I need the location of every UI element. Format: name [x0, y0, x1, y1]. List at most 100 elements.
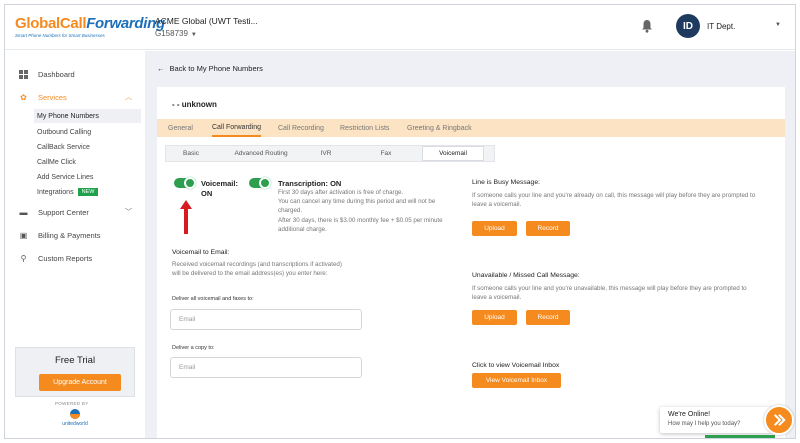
sidebar-subitem-label: Outbound Calling	[37, 128, 92, 136]
avatar[interactable]: ID	[676, 14, 700, 38]
unavailable-message-title: Unavailable / Missed Call Message:	[472, 272, 580, 279]
sidebar-subitem-label: CallBack Service	[37, 143, 90, 151]
chevron-up-icon: ︿	[125, 94, 132, 101]
billing-icon: ▣	[19, 230, 28, 240]
voicemail-state: ON	[201, 189, 213, 198]
sidebar-item-custom-reports[interactable]: ⚲ Custom Reports	[5, 250, 145, 266]
free-trial-title: Free Trial	[54, 355, 96, 366]
sidebar-subitem-callback-service[interactable]: CallBack Service	[37, 140, 137, 154]
account-name: ACME Global (UWT Testi...	[155, 16, 258, 26]
deliver-copy-label: Deliver a copy to:	[172, 345, 215, 351]
sidebar-item-services[interactable]: ✿ Services ︿	[5, 89, 145, 105]
account-number: G158739	[155, 29, 188, 38]
busy-record-button[interactable]: Record	[526, 221, 570, 236]
logo-text-call: Call	[59, 15, 87, 32]
powered-logo-text: unitedworld	[62, 421, 88, 427]
voicemail-email-title: Voicemail to Email:	[172, 249, 230, 256]
subtab-advanced-routing[interactable]: Advanced Routing	[226, 146, 296, 161]
chat-subtitle: How may I help you today?	[668, 421, 741, 427]
tab-greeting-ringback[interactable]: Greeting & Ringback	[407, 119, 472, 137]
tab-call-forwarding[interactable]: Call Forwarding	[212, 119, 262, 137]
phone-number-card: - - unknown General Call Forwarding Call…	[157, 87, 785, 438]
tab-call-recording[interactable]: Call Recording	[278, 119, 324, 137]
brand-logo[interactable]: GlobalCallForwarding Smart Phone Numbers…	[15, 15, 165, 43]
top-bar: GlobalCallForwarding Smart Phone Numbers…	[5, 5, 795, 50]
sidebar-subitem-outbound-calling[interactable]: Outbound Calling	[37, 125, 137, 139]
unavailable-message-desc: leave a voicemail.	[472, 294, 522, 301]
unavailable-upload-button[interactable]: Upload	[472, 310, 517, 325]
subtab-basic[interactable]: Basic	[166, 146, 216, 161]
tab-general[interactable]: General	[168, 119, 193, 137]
user-name[interactable]: IT Dept.	[707, 22, 735, 31]
sidebar-item-dashboard[interactable]: Dashboard	[5, 66, 145, 82]
free-trial-panel: Free Trial Upgrade Account	[15, 347, 135, 397]
back-link[interactable]: ← Back to My Phone Numbers	[157, 64, 263, 73]
chat-bubble[interactable]: We're Online! How may I help you today?	[660, 407, 772, 433]
main-content: ← Back to My Phone Numbers - - unknown Ge…	[145, 51, 795, 438]
subtab-fax[interactable]: Fax	[361, 146, 411, 161]
view-voicemail-inbox-button[interactable]: View Voicemail Inbox	[472, 373, 561, 388]
sidebar-subitem-my-phone-numbers[interactable]: My Phone Numbers	[34, 109, 141, 123]
red-arrow-annotation	[180, 200, 192, 234]
logo-text-forwarding: Forwarding	[86, 15, 165, 32]
deliver-all-email-field[interactable]: Email	[170, 309, 362, 330]
sidebar-item-label: Services	[38, 92, 67, 102]
unavailable-record-button[interactable]: Record	[526, 310, 570, 325]
chat-title: We're Online!	[668, 411, 711, 418]
unavailable-message-desc: If someone calls your line and you're un…	[472, 285, 747, 292]
voicemail-email-desc: will be delivered to the email address(e…	[172, 270, 328, 277]
gear-icon: ✿	[20, 92, 27, 102]
transcription-label: Transcription: ON	[278, 179, 342, 188]
caret-down-icon[interactable]: ▼	[775, 22, 781, 28]
transcription-line: First 30 days after activation is free o…	[278, 189, 404, 196]
support-icon: ▬	[19, 207, 28, 217]
sidebar-subitem-label: CallMe Click	[37, 158, 76, 166]
deliver-all-label: Deliver all voicemail and faxes to:	[172, 296, 254, 302]
transcription-line: charged.	[278, 207, 303, 214]
sidebar-subitem-integrations[interactable]: Integrations NEW	[37, 185, 137, 199]
transcription-toggle[interactable]	[249, 177, 271, 189]
chat-launcher-icon[interactable]	[764, 405, 794, 435]
sidebar-item-support-center[interactable]: ▬ Support Center ﹀	[5, 204, 145, 220]
deliver-copy-email-field[interactable]: Email	[170, 357, 362, 378]
transcription-line: After 30 days, there is $3.00 monthly fe…	[278, 217, 443, 224]
bell-icon[interactable]	[641, 19, 653, 33]
sidebar-subitem-add-service-lines[interactable]: Add Service Lines	[37, 170, 137, 184]
voicemail-inbox-title: Click to view Voicemail Inbox	[472, 362, 560, 369]
tab-restriction-lists[interactable]: Restriction Lists	[340, 119, 389, 137]
chevron-down-icon: ﹀	[125, 209, 132, 216]
sidebar-item-label: Custom Reports	[38, 253, 93, 263]
primary-tabs: General Call Forwarding Call Recording R…	[157, 119, 785, 137]
powered-by-label: POWERED BY	[55, 401, 89, 406]
transcription-line: You can cancel any time during this peri…	[278, 198, 436, 205]
dashboard-icon	[19, 69, 28, 79]
sidebar-subitem-label: Integrations	[37, 188, 74, 196]
busy-upload-button[interactable]: Upload	[472, 221, 517, 236]
voicemail-email-desc: Received voicemail recordings (and trans…	[172, 261, 342, 268]
sidebar-subitem-callme-click[interactable]: CallMe Click	[37, 155, 137, 169]
sidebar-item-label: Support Center	[38, 207, 89, 217]
sidebar-item-label: Dashboard	[38, 69, 75, 79]
transcription-line: additional charge.	[278, 226, 327, 233]
secondary-tabs: Basic Advanced Routing IVR Fax Voicemail	[165, 145, 495, 162]
sidebar: Dashboard ✿ Services ︿ My Phone Numbers …	[5, 51, 145, 438]
busy-message-desc: If someone calls your line and you're al…	[472, 192, 756, 199]
account-switcher[interactable]: ACME Global (UWT Testi... G158739 ▼	[155, 16, 258, 38]
logo-tagline: Smart Phone Numbers for Smart Businesses	[15, 33, 105, 38]
upgrade-account-button[interactable]: Upgrade Account	[39, 374, 121, 391]
sidebar-subitem-label: Add Service Lines	[37, 173, 94, 181]
unitedworld-logo: unitedworld	[62, 409, 88, 427]
voicemail-label: Voicemail:	[201, 179, 238, 188]
sidebar-subitem-label: My Phone Numbers	[37, 112, 99, 120]
logo-text-global: Global	[15, 15, 60, 32]
busy-message-desc: leave a voicemail.	[472, 201, 522, 208]
page-title: - - unknown	[172, 100, 217, 109]
arrow-left-icon: ←	[157, 64, 165, 73]
back-link-label: Back to My Phone Numbers	[169, 64, 263, 73]
subtab-ivr[interactable]: IVR	[301, 146, 351, 161]
voicemail-toggle[interactable]	[174, 177, 196, 189]
sidebar-item-billing[interactable]: ▣ Billing & Payments	[5, 227, 145, 243]
subtab-voicemail[interactable]: Voicemail	[422, 146, 484, 161]
app-window: GlobalCallForwarding Smart Phone Numbers…	[4, 4, 796, 439]
busy-message-title: Line is Busy Message:	[472, 179, 541, 186]
